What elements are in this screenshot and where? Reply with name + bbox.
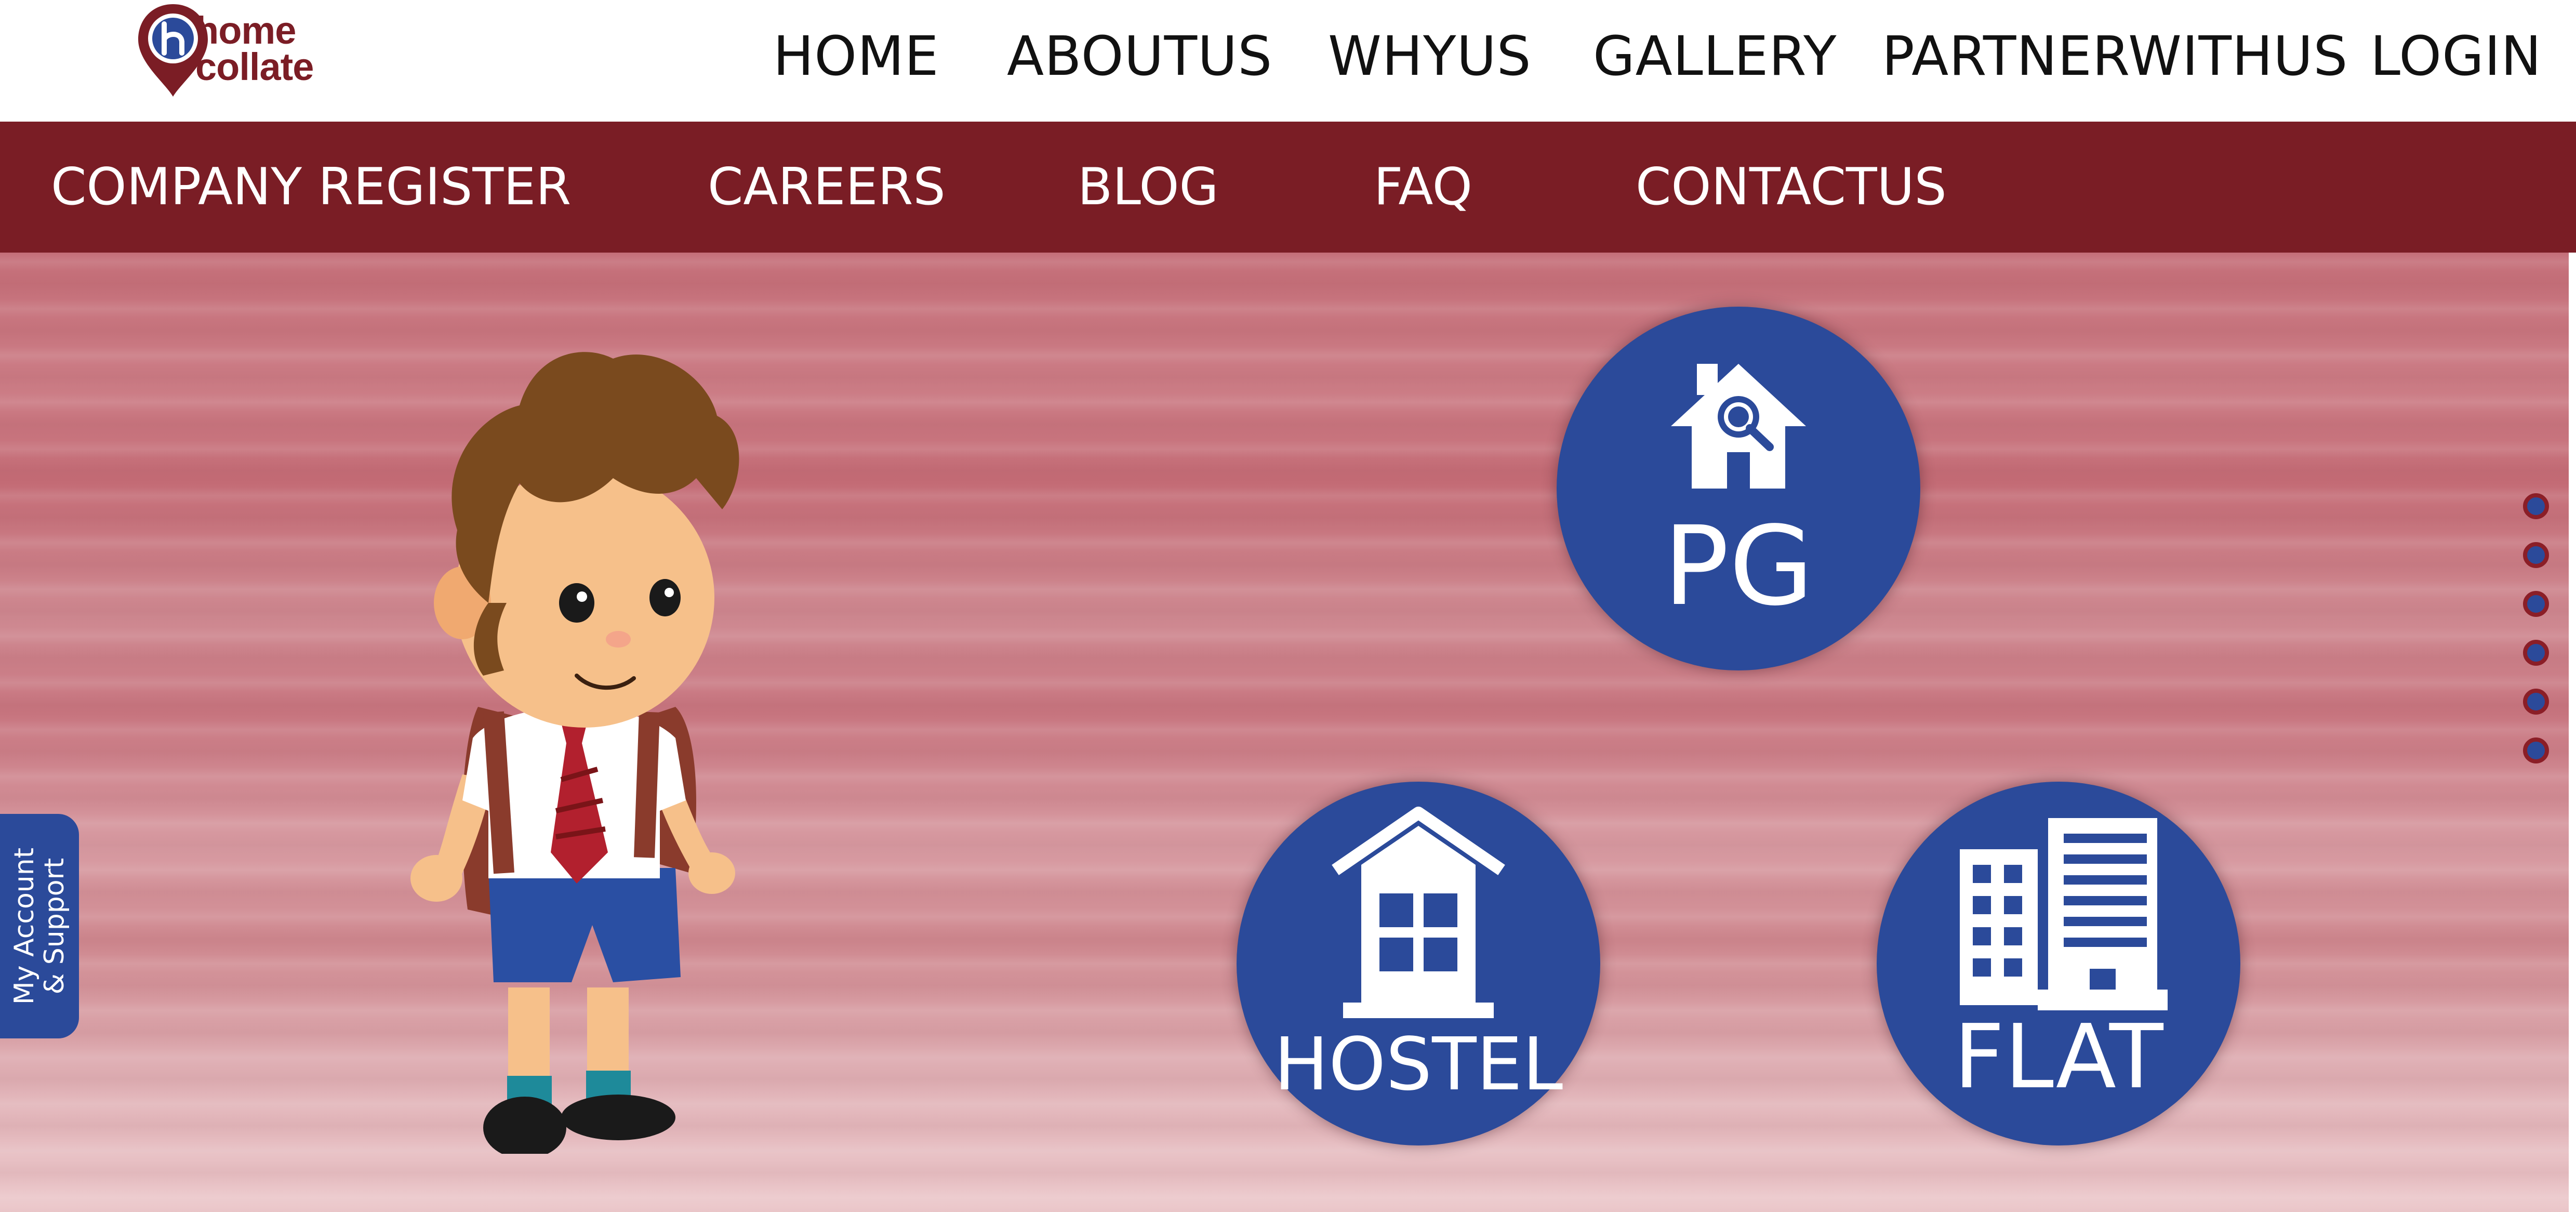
support-tab-line1: My Account [9,847,40,1005]
slider-dot[interactable] [2523,640,2549,666]
building-house-icon [1332,807,1505,1018]
hero-right-edge [2569,253,2576,1212]
subnav-careers[interactable]: CAREERS [708,156,946,218]
slider-dot[interactable] [2523,689,2549,715]
nav-home[interactable]: HOME [773,25,939,87]
subnav-company-register[interactable]: COMPANY REGISTER [51,156,571,218]
subnav-blog[interactable]: BLOG [1078,156,1218,218]
category-flat-label: FLAT [1954,1006,2163,1109]
slider-dot[interactable] [2523,737,2549,763]
secondary-navigation: COMPANY REGISTER CAREERS BLOG FAQ CONTAC… [0,122,2576,253]
slider-dot[interactable] [2523,493,2549,519]
subnav-contactus[interactable]: CONTACTUS [1636,156,1947,218]
nav-gallery[interactable]: GALLERY [1593,25,1837,87]
subnav-faq[interactable]: FAQ [1374,156,1472,218]
top-header: home collate HOME ABOUTUS WHYUS GALLERY … [0,0,2576,122]
main-navigation: HOME ABOUTUS WHYUS GALLERY PARTNERWITHUS… [0,25,2576,87]
nav-aboutus[interactable]: ABOUTUS [1007,25,1272,87]
support-tab-line2: & Support [39,858,70,995]
category-hostel-label: HOSTEL [1273,1022,1563,1107]
category-flat-button[interactable]: FLAT [1877,782,2240,1145]
hero-banner: PG HOSTEL FLAT [0,253,2576,1212]
apartment-building-icon [1960,818,2168,1010]
schoolboy-illustration [410,352,739,1154]
category-pg-label: PG [1663,503,1814,630]
category-pg-button[interactable]: PG [1557,307,1920,670]
house-search-icon [1671,364,1806,489]
nav-partnerwithus[interactable]: PARTNERWITHUS [1882,25,2348,87]
slider-dot[interactable] [2523,591,2549,617]
slider-dot[interactable] [2523,542,2549,568]
category-hostel-button[interactable]: HOSTEL [1237,782,1600,1145]
slider-dots [2523,493,2556,786]
support-tab-text: My Account & Support [9,848,70,1005]
nav-whyus[interactable]: WHYUS [1328,25,1532,87]
my-account-support-tab[interactable]: My Account & Support [0,814,79,1038]
nav-login[interactable]: LOGIN [2370,25,2542,87]
